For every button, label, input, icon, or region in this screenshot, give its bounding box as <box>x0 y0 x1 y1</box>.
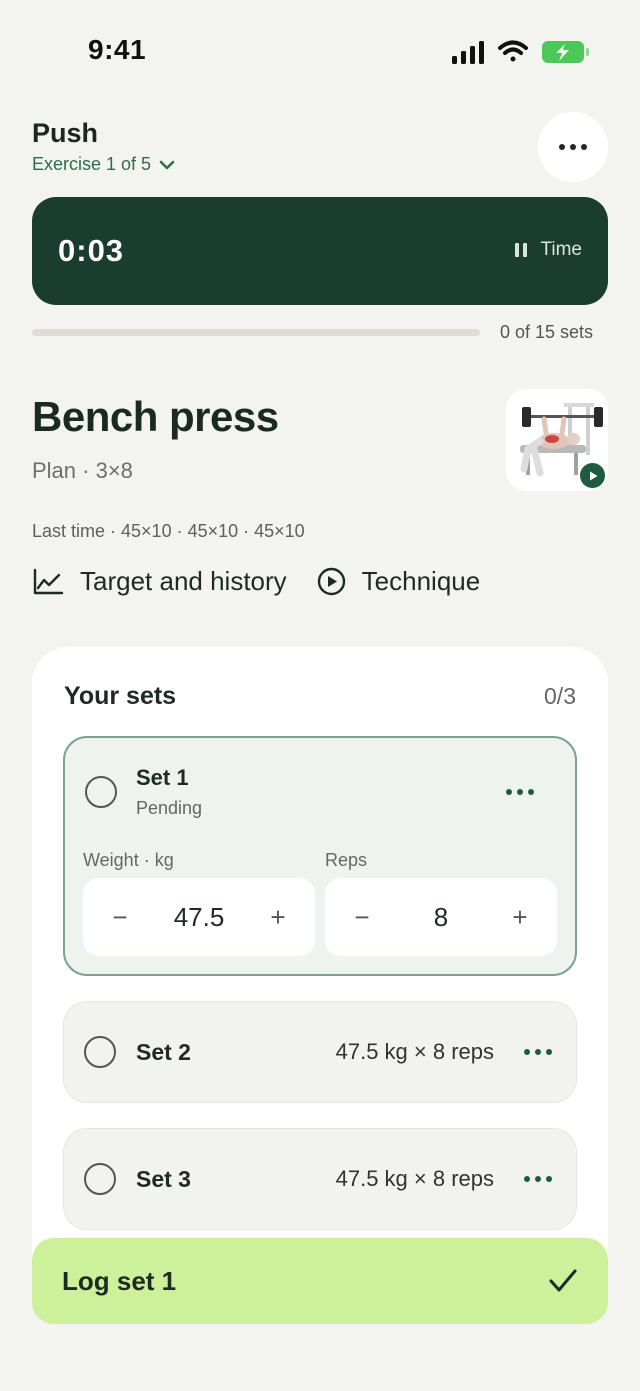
pause-icon <box>515 243 528 257</box>
set-row[interactable]: Set 3 47.5 kg × 8 reps <box>63 1128 577 1230</box>
exercise-links: Target and history Technique <box>32 566 480 597</box>
timer-value: 0:03 <box>58 233 125 268</box>
reps-stepper: − 8 + <box>325 878 557 956</box>
reps-increase-button[interactable]: + <box>509 902 531 933</box>
timer-pause-button[interactable]: Time <box>514 239 582 261</box>
status-bar-time: 9:41 <box>88 34 147 65</box>
weight-label: Weight · kg <box>83 850 174 870</box>
more-icon <box>524 1176 530 1182</box>
set-3-checkbox[interactable] <box>84 1163 116 1195</box>
target-history-link[interactable]: Target and history <box>32 566 287 597</box>
set-3-more-button[interactable] <box>524 1176 552 1182</box>
target-history-label: Target and history <box>80 566 287 596</box>
active-set-card: Set 1 Pending Weight · kg Reps − 47.5 + … <box>63 736 577 976</box>
technique-label: Technique <box>361 566 481 596</box>
sets-progress-label: 0 of 15 sets <box>500 322 594 342</box>
more-icon <box>559 144 587 150</box>
last-time-summary: Last time · 45×10 · 45×10 · 45×10 <box>32 521 305 541</box>
chart-line-icon <box>33 568 64 594</box>
sets-progress-bar <box>32 329 480 336</box>
more-icon <box>524 1049 530 1055</box>
sets-count: 0/3 <box>544 683 576 709</box>
exercise-counter-label: Exercise 1 of 5 <box>32 154 152 174</box>
set-1-status: Pending <box>136 798 203 818</box>
set-3-summary: 47.5 kg × 8 reps <box>335 1166 494 1191</box>
weight-decrease-button[interactable]: − <box>109 902 131 933</box>
workout-more-button[interactable] <box>538 112 608 182</box>
wifi-icon <box>498 40 528 62</box>
chevron-down-icon <box>159 160 175 169</box>
sets-card: Your sets 0/3 Set 1 Pending Weight · kg … <box>32 647 608 1267</box>
checkmark-icon <box>549 1269 577 1292</box>
cellular-signal-icon <box>452 41 484 64</box>
set-1-more-button[interactable] <box>506 789 534 795</box>
set-2-more-button[interactable] <box>524 1049 552 1055</box>
sets-heading: Your sets <box>64 682 177 710</box>
more-icon <box>506 789 512 795</box>
set-row[interactable]: Set 2 47.5 kg × 8 reps <box>63 1001 577 1103</box>
log-set-button[interactable]: Log set 1 <box>32 1238 608 1324</box>
battery-charging-icon <box>542 41 589 63</box>
set-2-checkbox[interactable] <box>84 1036 116 1068</box>
exercise-plan: Plan · 3×8 <box>32 458 133 483</box>
log-set-label: Log set 1 <box>62 1265 177 1296</box>
workout-title: Push <box>32 118 99 148</box>
set-2-title: Set 2 <box>136 1038 191 1065</box>
technique-video-badge[interactable] <box>578 461 607 490</box>
reps-decrease-button[interactable]: − <box>351 902 373 933</box>
status-bar-icons <box>452 38 592 66</box>
weight-stepper: − 47.5 + <box>83 878 315 956</box>
play-icon <box>589 471 597 480</box>
weight-value[interactable]: 47.5 <box>174 902 225 933</box>
exercise-selector[interactable]: Exercise 1 of 5 <box>32 154 175 175</box>
workout-timer: 0:03 Time <box>32 197 608 305</box>
reps-label: Reps <box>325 850 368 870</box>
set-1-checkbox[interactable] <box>85 776 117 808</box>
reps-value[interactable]: 8 <box>434 902 448 933</box>
weight-increase-button[interactable]: + <box>267 902 289 933</box>
set-1-title: Set 1 <box>136 765 189 790</box>
technique-link[interactable]: Technique <box>317 566 481 597</box>
set-3-title: Set 3 <box>136 1165 191 1192</box>
exercise-name: Bench press <box>32 393 279 440</box>
play-circle-icon <box>317 567 345 596</box>
set-2-summary: 47.5 kg × 8 reps <box>335 1039 494 1064</box>
timer-toggle-label: Time <box>540 239 582 260</box>
